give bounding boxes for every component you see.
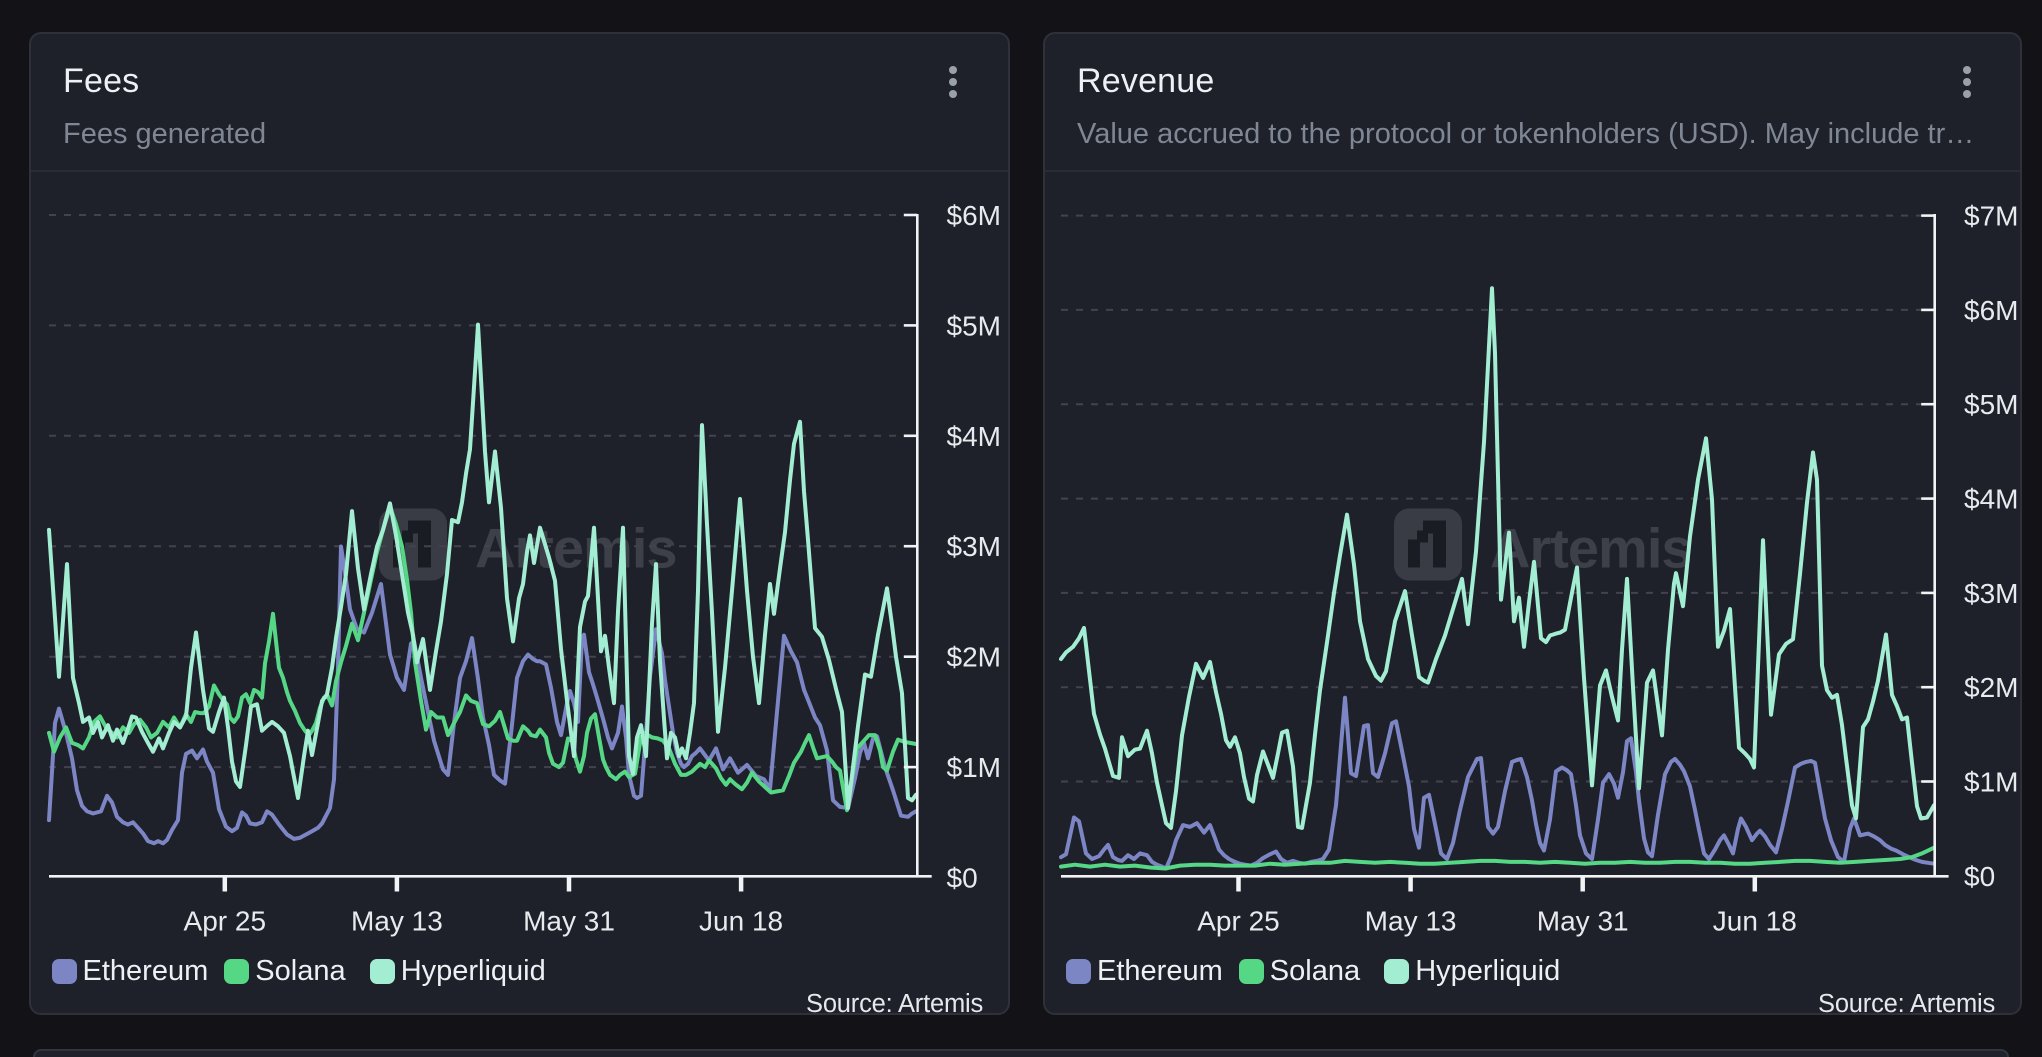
svg-text:$0: $0: [1964, 861, 1995, 892]
svg-text:$1M: $1M: [1964, 767, 2018, 798]
svg-text:May 13: May 13: [1365, 906, 1457, 937]
svg-text:$4M: $4M: [1964, 484, 2018, 515]
svg-text:May 13: May 13: [351, 906, 443, 937]
svg-text:$3M: $3M: [947, 531, 1001, 562]
svg-text:$4M: $4M: [947, 421, 1001, 452]
svg-text:Apr 25: Apr 25: [184, 906, 267, 937]
svg-text:$5M: $5M: [1964, 389, 2018, 420]
svg-text:May 31: May 31: [523, 906, 615, 937]
svg-text:$2M: $2M: [947, 642, 1001, 673]
svg-text:Jun 18: Jun 18: [699, 906, 783, 937]
svg-text:$7M: $7M: [1964, 201, 2018, 232]
svg-text:$3M: $3M: [1964, 578, 2018, 609]
svg-text:$1M: $1M: [947, 752, 1001, 783]
svg-text:Apr 25: Apr 25: [1197, 906, 1280, 937]
svg-text:$6M: $6M: [947, 200, 1001, 231]
svg-text:$5M: $5M: [947, 310, 1001, 341]
svg-text:May 31: May 31: [1537, 906, 1629, 937]
svg-text:Jun 18: Jun 18: [1713, 906, 1797, 937]
svg-text:$6M: $6M: [1964, 295, 2018, 326]
svg-text:$0: $0: [947, 863, 978, 894]
svg-text:Artemis: Artemis: [1490, 517, 1692, 580]
svg-text:$2M: $2M: [1964, 672, 2018, 703]
